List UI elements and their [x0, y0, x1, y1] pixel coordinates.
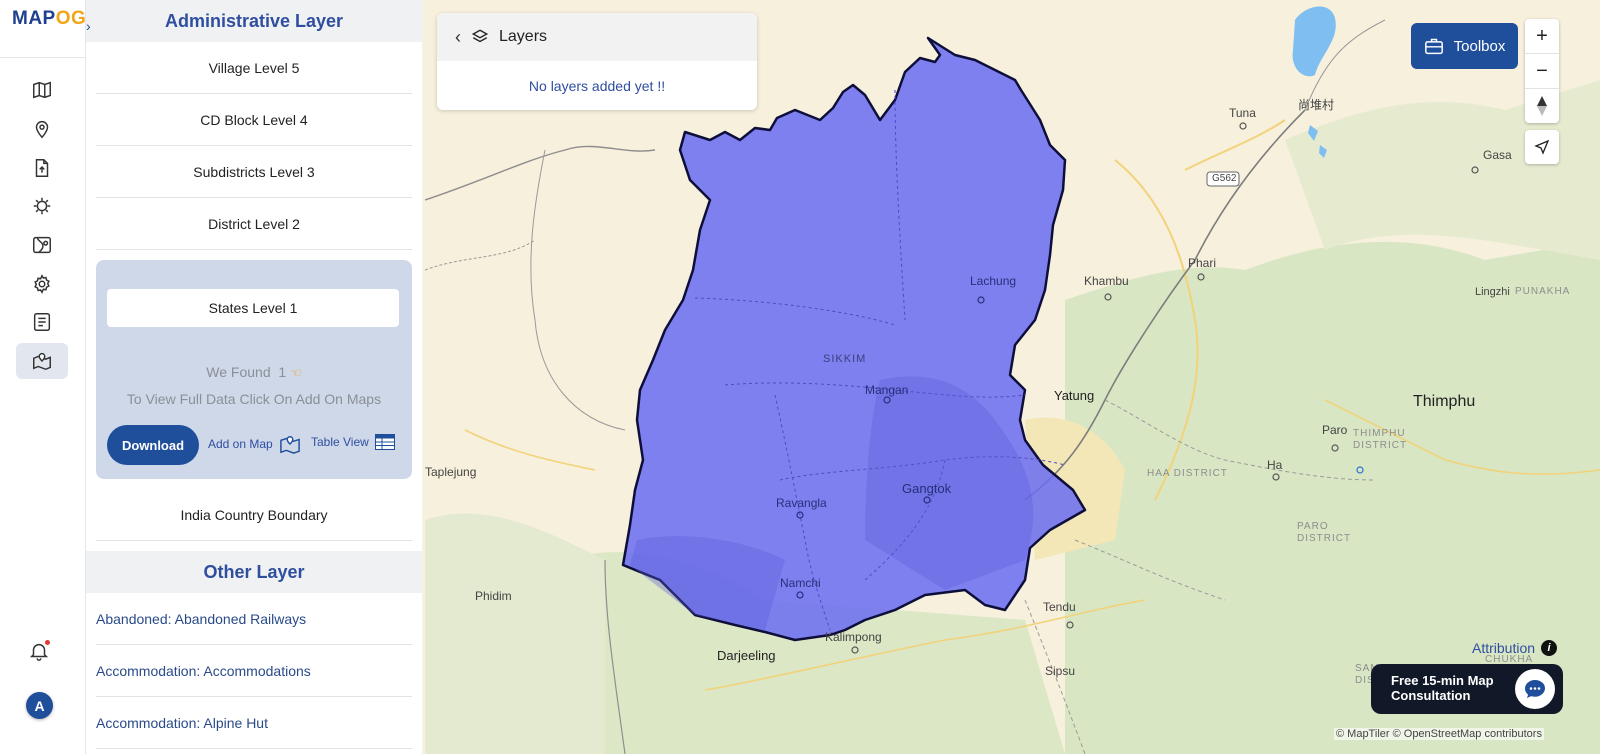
map-label-paro: Paro: [1322, 423, 1348, 437]
notification-dot: [45, 640, 50, 645]
compass-button[interactable]: [1525, 89, 1559, 123]
add-on-map-button[interactable]: Add on Map: [208, 434, 301, 454]
toolbox-label: Toolbox: [1453, 37, 1506, 55]
map-label-haa-district: HAA DISTRICT: [1147, 468, 1228, 479]
upload-icon[interactable]: [16, 150, 68, 186]
navigation-arrow-icon: [1534, 139, 1550, 155]
process-icon[interactable]: [16, 188, 68, 224]
found-count: 1: [278, 364, 287, 380]
consultation-banner[interactable]: Free 15-min Map Consultation: [1371, 664, 1563, 714]
logo-accent-text: OG: [55, 8, 87, 29]
briefcase-icon: [1424, 38, 1443, 55]
states-result-card: States Level 1 We Found 1 ☜ To View Full…: [96, 260, 412, 479]
compass-icon: [1537, 96, 1547, 116]
info-icon: i: [1541, 640, 1558, 656]
map-canvas[interactable]: Lachung SIKKIM Mangan Gangtok Ravangla N…: [425, 0, 1600, 754]
level-item-states[interactable]: States Level 1: [107, 289, 399, 327]
layers-empty-message: No layers added yet !!: [528, 77, 666, 94]
user-avatar[interactable]: A: [26, 692, 53, 719]
admin-layer-title: Administrative Layer: [86, 0, 422, 42]
map-label-sipsu: Sipsu: [1045, 664, 1076, 678]
map-label-namchi: Namchi: [780, 576, 821, 590]
found-label: We Found: [206, 364, 271, 380]
toolbox-button[interactable]: Toolbox: [1411, 23, 1518, 69]
locate-button[interactable]: [1525, 130, 1559, 164]
map-data-icon[interactable]: [16, 227, 68, 263]
map-label-tendu: Tendu: [1043, 600, 1076, 614]
layers-panel: ‹ Layers No layers added yet !!: [437, 13, 757, 110]
other-layer-item[interactable]: Accommodation: Accommodations: [96, 645, 412, 697]
layer-panel: Administrative Layer Village Level 5 CD …: [86, 0, 422, 754]
notification-bell-icon[interactable]: [28, 640, 52, 664]
map-label-lachung: Lachung: [970, 274, 1017, 288]
zoom-out-button[interactable]: −: [1525, 54, 1559, 89]
view-data-tip: To View Full Data Click On Add On Maps: [126, 391, 382, 407]
icon-rail: MAPOG A: [0, 0, 86, 754]
map-label-ravangla: Ravangla: [776, 496, 827, 510]
back-chevron-icon[interactable]: ‹: [455, 27, 461, 48]
table-view-label: Table View: [311, 435, 369, 449]
chat-bubble-icon: [1525, 680, 1545, 698]
map-label-thimphu: Thimphu: [1413, 393, 1476, 410]
layers-title: Layers: [499, 28, 548, 45]
level-item-district[interactable]: District Level 2: [96, 198, 412, 250]
zoom-in-button[interactable]: +: [1525, 19, 1559, 54]
add-on-map-label: Add on Map: [208, 437, 273, 451]
map-label-kalimpong: Kalimpong: [825, 630, 882, 644]
settings-icon[interactable]: [16, 266, 68, 302]
map-label-phidim: Phidim: [475, 589, 512, 603]
expand-panel-chevron-icon[interactable]: ›: [86, 18, 100, 38]
table-view-button[interactable]: Table View: [311, 434, 395, 450]
rail-divider: [0, 57, 85, 58]
map-copyright: © MapTiler © OpenStreetMap contributors: [1334, 728, 1544, 740]
map-label-lingzhi: Lingzhi: [1475, 286, 1510, 298]
map-label-phari: Phari: [1188, 256, 1217, 270]
table-icon: [374, 434, 395, 450]
map-label-chinese-village: 尚堆村: [1298, 98, 1335, 112]
level-item-cd-block[interactable]: CD Block Level 4: [96, 94, 412, 146]
map-label-darjeeling: Darjeeling: [717, 648, 776, 663]
map-label-g562: G562: [1212, 173, 1237, 184]
zoom-controls: + −: [1525, 19, 1559, 123]
map-label-gasa: Gasa: [1483, 148, 1512, 162]
map-label-taplejung: Taplejung: [425, 465, 477, 479]
map-label-ha: Ha: [1267, 458, 1283, 472]
consultation-label: Free 15-min Map Consultation: [1391, 673, 1494, 703]
map-icon[interactable]: [16, 72, 68, 108]
map-label-mangan: Mangan: [865, 383, 909, 397]
attribution-button[interactable]: Attribution i: [1472, 640, 1558, 656]
layers-stack-icon: [471, 29, 489, 43]
location-pin-icon[interactable]: [16, 111, 68, 147]
report-icon[interactable]: [16, 304, 68, 340]
administrative-map-icon[interactable]: [16, 343, 68, 379]
level-item-village[interactable]: Village Level 5: [96, 42, 412, 94]
other-layer-item[interactable]: Abandoned: Abandoned Railways: [96, 593, 412, 645]
map-label-sikkim: SIKKIM: [823, 353, 867, 365]
found-count-text: We Found 1 ☜: [96, 364, 412, 381]
map-label-paro-district: PARO DISTRICT: [1297, 521, 1352, 544]
level-item-subdistricts[interactable]: Subdistricts Level 3: [96, 146, 412, 198]
map-base-layer: [425, 0, 1600, 754]
mapog-logo[interactable]: MAPOG: [12, 8, 86, 30]
download-button[interactable]: Download: [107, 425, 199, 465]
other-layer-title: Other Layer: [86, 551, 422, 593]
map-label-khambu: Khambu: [1084, 274, 1129, 288]
layers-header: ‹ Layers: [437, 13, 757, 61]
map-label-thimphu-district: THIMPHU DISTRICT: [1353, 428, 1408, 451]
map-label-punakha: PUNAKHA: [1515, 286, 1571, 297]
map-label-yatung: Yatung: [1054, 388, 1095, 403]
map-label-gangtok: Gangtok: [902, 481, 952, 496]
locate-control: [1525, 130, 1559, 164]
pointing-hand-icon: ☜: [290, 365, 302, 380]
chat-button[interactable]: [1515, 669, 1555, 709]
level-item-india-country[interactable]: India Country Boundary: [96, 489, 412, 541]
logo-main-text: MAP: [12, 8, 56, 29]
map-pin-icon: [279, 435, 300, 454]
attribution-label: Attribution: [1472, 640, 1536, 656]
map-label-tuna: Tuna: [1229, 106, 1256, 120]
other-layer-item[interactable]: Accommodation: Alpine Hut: [96, 697, 412, 749]
